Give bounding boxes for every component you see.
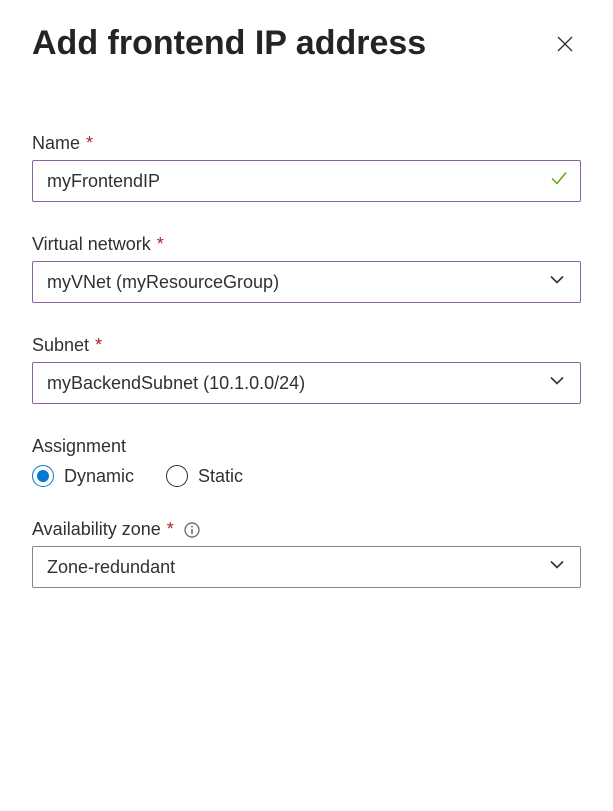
subnet-value: myBackendSubnet (10.1.0.0/24) [47,373,305,394]
chevron-down-icon [548,271,566,294]
required-asterisk: * [86,133,93,154]
close-button[interactable] [549,28,581,60]
radio-circle-static [166,465,188,487]
assignment-label-text: Assignment [32,436,126,457]
panel-title: Add frontend IP address [32,24,426,63]
radio-label-static: Static [198,466,243,487]
name-input[interactable] [32,160,581,202]
close-icon [555,34,575,54]
required-asterisk: * [167,519,174,540]
assignment-label: Assignment [32,436,581,457]
required-asterisk: * [157,234,164,255]
name-field-group: Name * [32,133,581,202]
chevron-down-icon [548,556,566,579]
availability-zone-value: Zone-redundant [47,557,175,578]
virtual-network-value: myVNet (myResourceGroup) [47,272,279,293]
subnet-label: Subnet * [32,335,581,356]
name-label: Name * [32,133,581,154]
availability-zone-label: Availability zone * [32,519,581,540]
virtual-network-label: Virtual network * [32,234,581,255]
radio-circle-dynamic [32,465,54,487]
required-asterisk: * [95,335,102,356]
name-input-wrapper [32,160,581,202]
radio-option-static[interactable]: Static [166,465,243,487]
info-icon[interactable] [184,522,200,538]
virtual-network-field-group: Virtual network * myVNet (myResourceGrou… [32,234,581,303]
radio-option-dynamic[interactable]: Dynamic [32,465,134,487]
radio-dot [37,470,49,482]
availability-zone-select[interactable]: Zone-redundant [32,546,581,588]
subnet-select[interactable]: myBackendSubnet (10.1.0.0/24) [32,362,581,404]
chevron-down-icon [548,372,566,395]
assignment-radio-group: Dynamic Static [32,465,581,487]
subnet-field-group: Subnet * myBackendSubnet (10.1.0.0/24) [32,335,581,404]
name-label-text: Name [32,133,80,154]
radio-label-dynamic: Dynamic [64,466,134,487]
subnet-label-text: Subnet [32,335,89,356]
panel-header: Add frontend IP address [32,24,581,63]
virtual-network-label-text: Virtual network [32,234,151,255]
availability-zone-field-group: Availability zone * Zone-redundant [32,519,581,588]
assignment-field-group: Assignment Dynamic Static [32,436,581,487]
virtual-network-select[interactable]: myVNet (myResourceGroup) [32,261,581,303]
availability-zone-label-text: Availability zone [32,519,161,540]
